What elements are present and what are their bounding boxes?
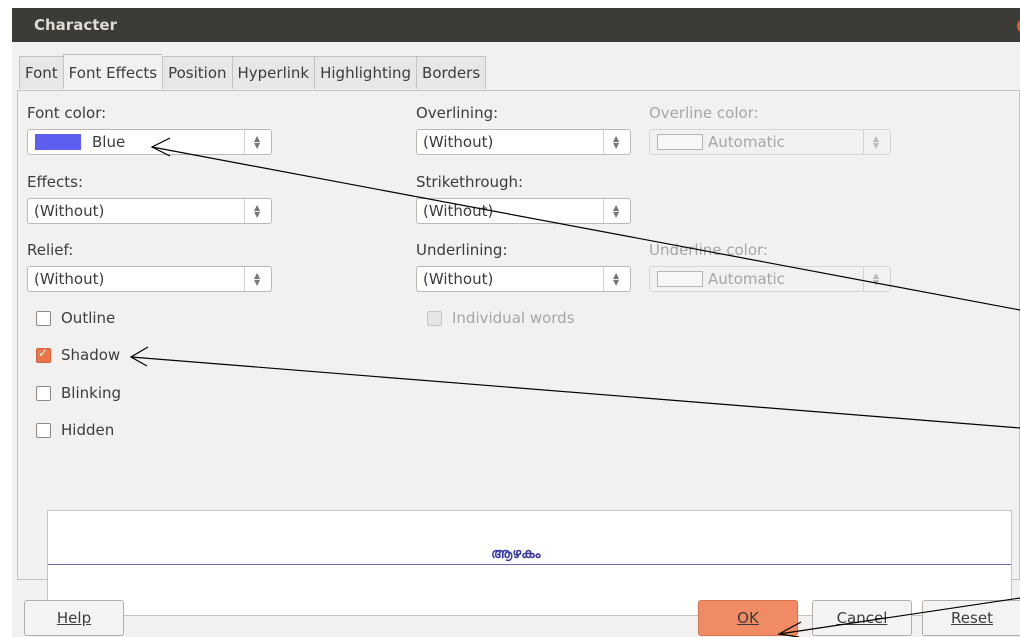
tab-font[interactable]: Font (19, 56, 63, 89)
spinner[interactable]: ▲ ▼ (603, 267, 630, 291)
spinner[interactable]: ▲ ▼ (244, 267, 271, 291)
hidden-label: Hidden (61, 421, 115, 439)
font-color-select[interactable]: Blue ▲ ▼ (27, 129, 272, 155)
checkbox-box[interactable] (427, 310, 442, 326)
underlining-value: (Without) (423, 270, 494, 288)
spinner[interactable]: ▲ ▼ (244, 130, 271, 154)
reset-button[interactable]: Reset (922, 600, 1020, 636)
underline-color-value: Automatic (708, 270, 785, 288)
blinking-checkbox[interactable]: Blinking (36, 384, 121, 402)
overline-color-value: Automatic (708, 133, 785, 151)
font-effects-panel: Font color: Blue ▲ ▼ Effects: (Without) ▲… (17, 90, 1020, 616)
ok-label: OK (737, 609, 759, 627)
tab-font-effects[interactable]: Font Effects (62, 54, 163, 89)
reset-label: Reset (951, 609, 993, 627)
individual-words-label: Individual words (452, 309, 575, 327)
spin-icon: ▲ ▼ (254, 271, 261, 287)
spin-icon: ▲ ▼ (613, 271, 620, 287)
character-dialog: Font Font Effects Position Hyperlink Hig… (12, 42, 1020, 637)
spinner[interactable]: ▲ ▼ (603, 199, 630, 223)
checkbox-box[interactable] (36, 422, 51, 438)
effects-value: (Without) (34, 202, 105, 220)
outline-checkbox[interactable]: Outline (36, 309, 115, 327)
relief-value: (Without) (34, 270, 105, 288)
spinner[interactable]: ▲ ▼ (863, 267, 890, 291)
spin-icon: ▲ ▼ (254, 134, 261, 150)
outline-label: Outline (61, 309, 116, 327)
font-color-swatch (35, 134, 81, 150)
font-color-label: Font color: (27, 104, 107, 122)
color-swatch (657, 271, 703, 287)
strikethrough-select[interactable]: (Without) ▲ ▼ (416, 198, 631, 224)
cancel-button[interactable]: Cancel (812, 600, 912, 636)
spinner[interactable]: ▲ ▼ (244, 199, 271, 223)
cancel-label: Cancel (836, 609, 888, 627)
spin-icon: ▲ ▼ (613, 134, 620, 150)
overlining-value: (Without) (423, 133, 494, 151)
overline-color-label: Overline color: (649, 104, 759, 122)
spinner[interactable]: ▲ ▼ (863, 130, 890, 154)
check-icon: ✓ (38, 345, 49, 360)
individual-words-checkbox[interactable]: Individual words (427, 309, 575, 327)
color-swatch (657, 134, 703, 150)
underline-color-select[interactable]: Automatic ▲ ▼ (649, 266, 891, 292)
strikethrough-label: Strikethrough: (416, 173, 524, 191)
preview-text: ആഴകം (489, 546, 543, 562)
shadow-checkbox[interactable]: ✓ Shadow (36, 346, 120, 364)
blinking-label: Blinking (61, 384, 122, 402)
tab-highlighting[interactable]: Highlighting (314, 56, 417, 89)
title-bar: Character (12, 8, 1020, 42)
overline-color-select[interactable]: Automatic ▲ ▼ (649, 129, 891, 155)
effects-label: Effects: (27, 173, 84, 191)
strikethrough-value: (Without) (423, 202, 494, 220)
tab-position[interactable]: Position (162, 56, 232, 89)
spin-icon: ▲ ▼ (613, 203, 620, 219)
checkbox-box[interactable] (36, 385, 51, 401)
ok-button[interactable]: OK (698, 600, 798, 636)
spin-icon: ▲ ▼ (254, 203, 261, 219)
relief-select[interactable]: (Without) ▲ ▼ (27, 266, 272, 292)
checkbox-box[interactable] (36, 310, 51, 326)
font-color-value: Blue (92, 133, 126, 151)
window-title: Character (34, 16, 117, 34)
tab-hyperlink[interactable]: Hyperlink (231, 56, 315, 89)
underlining-select[interactable]: (Without) ▲ ▼ (416, 266, 631, 292)
spin-icon: ▲ ▼ (873, 134, 880, 150)
preview-baseline (48, 564, 1011, 565)
relief-label: Relief: (27, 241, 74, 259)
spinner[interactable]: ▲ ▼ (603, 130, 630, 154)
spin-icon: ▲ ▼ (873, 271, 880, 287)
underlining-label: Underlining: (416, 241, 508, 259)
hidden-checkbox[interactable]: Hidden (36, 421, 114, 439)
help-label: Help (56, 609, 92, 627)
effects-select[interactable]: (Without) ▲ ▼ (27, 198, 272, 224)
checkbox-box[interactable]: ✓ (36, 345, 51, 363)
underline-color-label: Underline color: (649, 241, 768, 259)
tab-borders[interactable]: Borders (416, 56, 487, 89)
shadow-label: Shadow (61, 346, 121, 364)
tab-bar: Font Font Effects Position Hyperlink Hig… (19, 54, 487, 90)
overlining-select[interactable]: (Without) ▲ ▼ (416, 129, 631, 155)
overlining-label: Overlining: (416, 104, 499, 122)
help-button[interactable]: Help (24, 600, 124, 636)
